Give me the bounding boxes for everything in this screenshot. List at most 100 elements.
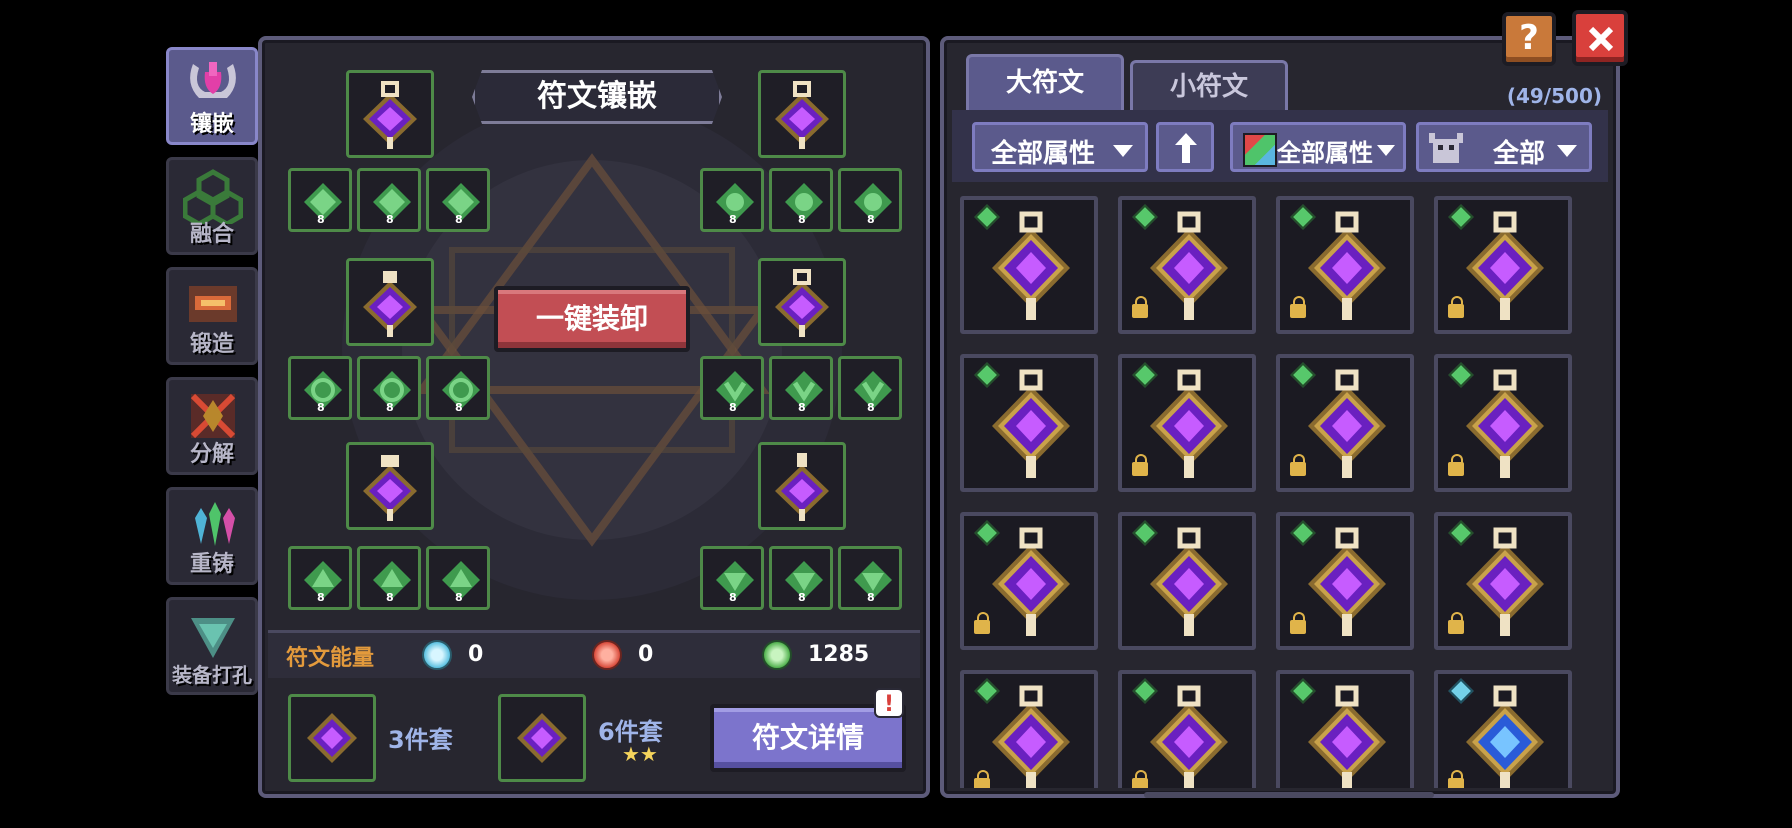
big-rune-slot[interactable] — [346, 70, 434, 158]
drill-icon — [191, 618, 235, 658]
purple-rune-icon — [1150, 527, 1228, 636]
horizontal-scrollbar[interactable] — [1144, 792, 1434, 798]
small-rune-slot[interactable]: 8 — [769, 546, 833, 610]
side-tab-recast[interactable]: 重铸 — [166, 487, 258, 585]
side-tab-fusion[interactable]: 融合 — [166, 157, 258, 255]
side-tab-label: 重铸 — [189, 552, 234, 577]
monster-filter-label: 全部 — [1493, 139, 1546, 169]
side-tab-decompose[interactable]: 分解 — [166, 377, 258, 475]
chevron-down-icon — [1113, 145, 1133, 157]
rune-level: 8 — [386, 213, 394, 226]
set-bonus-slot[interactable] — [288, 694, 376, 782]
rune-level: 8 — [317, 401, 325, 414]
side-tab-label: 锻造 — [189, 332, 234, 357]
purple-rune-icon — [363, 81, 417, 149]
rune-level: 8 — [798, 401, 806, 414]
small-rune-slot[interactable]: 8 — [357, 168, 421, 232]
side-tab-forge[interactable]: 锻造 — [166, 267, 258, 365]
rune-count: (49/500) — [1506, 84, 1602, 108]
notification-badge: ! — [874, 688, 904, 718]
tab-major-runes[interactable]: 大符文 — [966, 54, 1124, 110]
rune-level: 8 — [386, 401, 394, 414]
side-tab-label: 融合 — [189, 222, 234, 247]
color-attribute-filter-dropdown[interactable]: 全部属性 — [1230, 122, 1406, 172]
small-rune-slot[interactable]: 8 — [838, 356, 902, 420]
tab-minor-runes[interactable]: 小符文 — [1130, 60, 1288, 110]
purple-rune-icon — [1466, 527, 1544, 636]
rune-grid-cell[interactable] — [1118, 354, 1256, 492]
rune-grid-cell[interactable] — [960, 196, 1098, 334]
attribute-filter-dropdown[interactable]: 全部属性 — [972, 122, 1148, 172]
sort-order-button[interactable] — [1156, 122, 1214, 172]
lock-icon — [1290, 612, 1306, 634]
small-rune-slot[interactable]: 8 — [700, 546, 764, 610]
purple-rune-icon — [1308, 685, 1386, 788]
rune-grid-cell[interactable] — [1276, 670, 1414, 788]
rune-grid-cell[interactable] — [1276, 196, 1414, 334]
rune-level: 8 — [729, 213, 737, 226]
rune-grid-cell[interactable] — [960, 512, 1098, 650]
rune-level: 8 — [867, 213, 875, 226]
set-bonus-slot[interactable] — [498, 694, 586, 782]
small-rune-slot[interactable]: 8 — [288, 168, 352, 232]
rune-grid-cell[interactable] — [960, 670, 1098, 788]
side-tab-label: 装备打孔 — [172, 663, 252, 687]
rune-level: 8 — [317, 591, 325, 604]
monster-filter-dropdown[interactable]: 全部 — [1416, 122, 1592, 172]
lock-icon — [1448, 770, 1464, 788]
rune-grid-cell[interactable] — [1434, 512, 1572, 650]
lock-icon — [1448, 296, 1464, 318]
rune-grid-cell[interactable] — [1434, 354, 1572, 492]
inlay-panel: 符文镶嵌 8 8 8 8 8 8 8 8 8 8 8 8 8 8 8 8 8 8… — [258, 36, 930, 798]
fire-orb-icon — [592, 640, 622, 670]
rune-grid-cell[interactable] — [1434, 196, 1572, 334]
rune-level: 8 — [729, 401, 737, 414]
purple-rune-icon — [775, 81, 829, 149]
rune-inventory-panel: 大符文 小符文 (49/500) 全部属性 全部属性 全部 — [940, 36, 1620, 798]
rune-grid-cell[interactable] — [960, 354, 1098, 492]
rune-grid-cell[interactable] — [1118, 512, 1256, 650]
rune-grid-cell[interactable] — [1118, 670, 1256, 788]
purple-rune-icon — [363, 455, 417, 521]
rune-level: 8 — [798, 591, 806, 604]
rune-level: 8 — [455, 213, 463, 226]
small-rune-slot[interactable]: 8 — [288, 546, 352, 610]
lock-icon — [1448, 454, 1464, 476]
small-rune-slot[interactable]: 8 — [357, 546, 421, 610]
small-rune-slot[interactable]: 8 — [426, 546, 490, 610]
lock-icon — [1290, 454, 1306, 476]
close-button[interactable] — [1572, 10, 1628, 66]
lock-icon — [974, 770, 990, 788]
rune-grid-cell[interactable] — [1118, 196, 1256, 334]
small-rune-slot[interactable]: 8 — [357, 356, 421, 420]
side-tab-label: 分解 — [189, 442, 234, 467]
big-rune-slot[interactable] — [346, 258, 434, 346]
small-rune-slot[interactable]: 8 — [769, 168, 833, 232]
set-bonus-stars: ★★ — [622, 742, 658, 766]
small-rune-slot[interactable]: 8 — [838, 168, 902, 232]
rune-grid-cell[interactable] — [1276, 354, 1414, 492]
small-rune-slot[interactable]: 8 — [700, 168, 764, 232]
help-button[interactable]: ? — [1502, 12, 1556, 66]
side-tab-inlay[interactable]: 镶嵌 — [166, 47, 258, 145]
rune-grid-cell[interactable] — [1434, 670, 1572, 788]
monster-icon — [1429, 133, 1463, 163]
color-attribute-filter-label: 全部属性 — [1277, 139, 1373, 167]
big-rune-slot[interactable] — [758, 258, 846, 346]
purple-rune-icon — [1150, 369, 1228, 478]
small-rune-slot[interactable]: 8 — [700, 356, 764, 420]
small-rune-slot[interactable]: 8 — [426, 168, 490, 232]
purple-rune-icon — [363, 271, 417, 337]
color-swatch-icon — [1243, 133, 1277, 167]
small-rune-slot[interactable]: 8 — [426, 356, 490, 420]
small-rune-slot[interactable]: 8 — [838, 546, 902, 610]
big-rune-slot[interactable] — [758, 70, 846, 158]
unequip-all-button[interactable]: 一键装卸 — [494, 286, 690, 352]
small-rune-slot[interactable]: 8 — [288, 356, 352, 420]
small-rune-slot[interactable]: 8 — [769, 356, 833, 420]
side-tab-drill[interactable]: 装备打孔 — [166, 597, 258, 695]
big-rune-slot[interactable] — [758, 442, 846, 530]
purple-rune-icon — [775, 269, 829, 337]
big-rune-slot[interactable] — [346, 442, 434, 530]
rune-grid-cell[interactable] — [1276, 512, 1414, 650]
